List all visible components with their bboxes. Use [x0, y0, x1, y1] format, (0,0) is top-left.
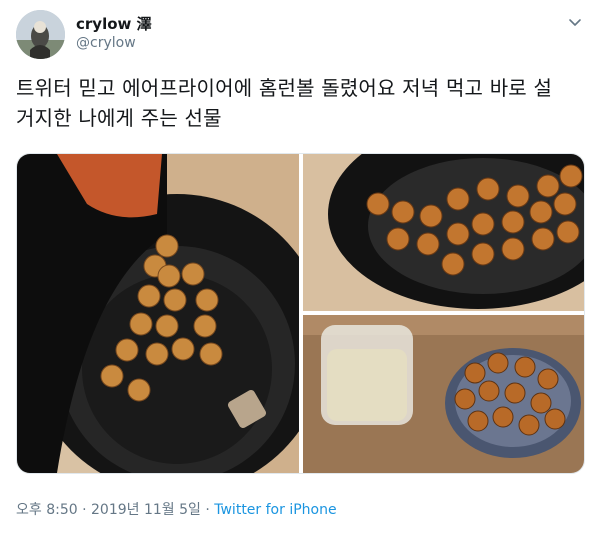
tweet-text: 트위터 믿고 에어프라이어에 홈런볼 돌렸어요 저녁 먹고 바로 설 거지한 나… [16, 73, 586, 133]
photo-air-fryer-basket[interactable] [17, 154, 299, 473]
chevron-down-icon[interactable] [568, 14, 582, 28]
tweet-text-line: 트위터 믿고 에어프라이어에 홈런볼 돌렸어요 저녁 먹고 바로 설 [16, 76, 553, 100]
source-link[interactable]: Twitter for iPhone [214, 502, 336, 518]
timestamp[interactable]: 오후 8:50 · 2019년 11월 5일 [16, 502, 201, 518]
meta-separator: · [200, 502, 215, 518]
tweet-text-line: 거지한 나에게 주는 선물 [16, 106, 222, 130]
tweet-card: crylow 澤 @crylow 트위터 믿고 에어프라이어에 홈런볼 돌렸어요… [0, 0, 601, 534]
user-handle[interactable]: @crylow [76, 35, 136, 51]
display-name[interactable]: crylow 澤 [76, 13, 152, 34]
photo-fryer-basket-closeup[interactable] [303, 154, 584, 311]
tweet-meta: 오후 8:50 · 2019년 11월 5일 · Twitter for iPh… [16, 499, 337, 519]
photo-milk-and-bowl[interactable] [303, 315, 584, 473]
media-grid [16, 153, 585, 474]
avatar[interactable] [16, 10, 65, 59]
